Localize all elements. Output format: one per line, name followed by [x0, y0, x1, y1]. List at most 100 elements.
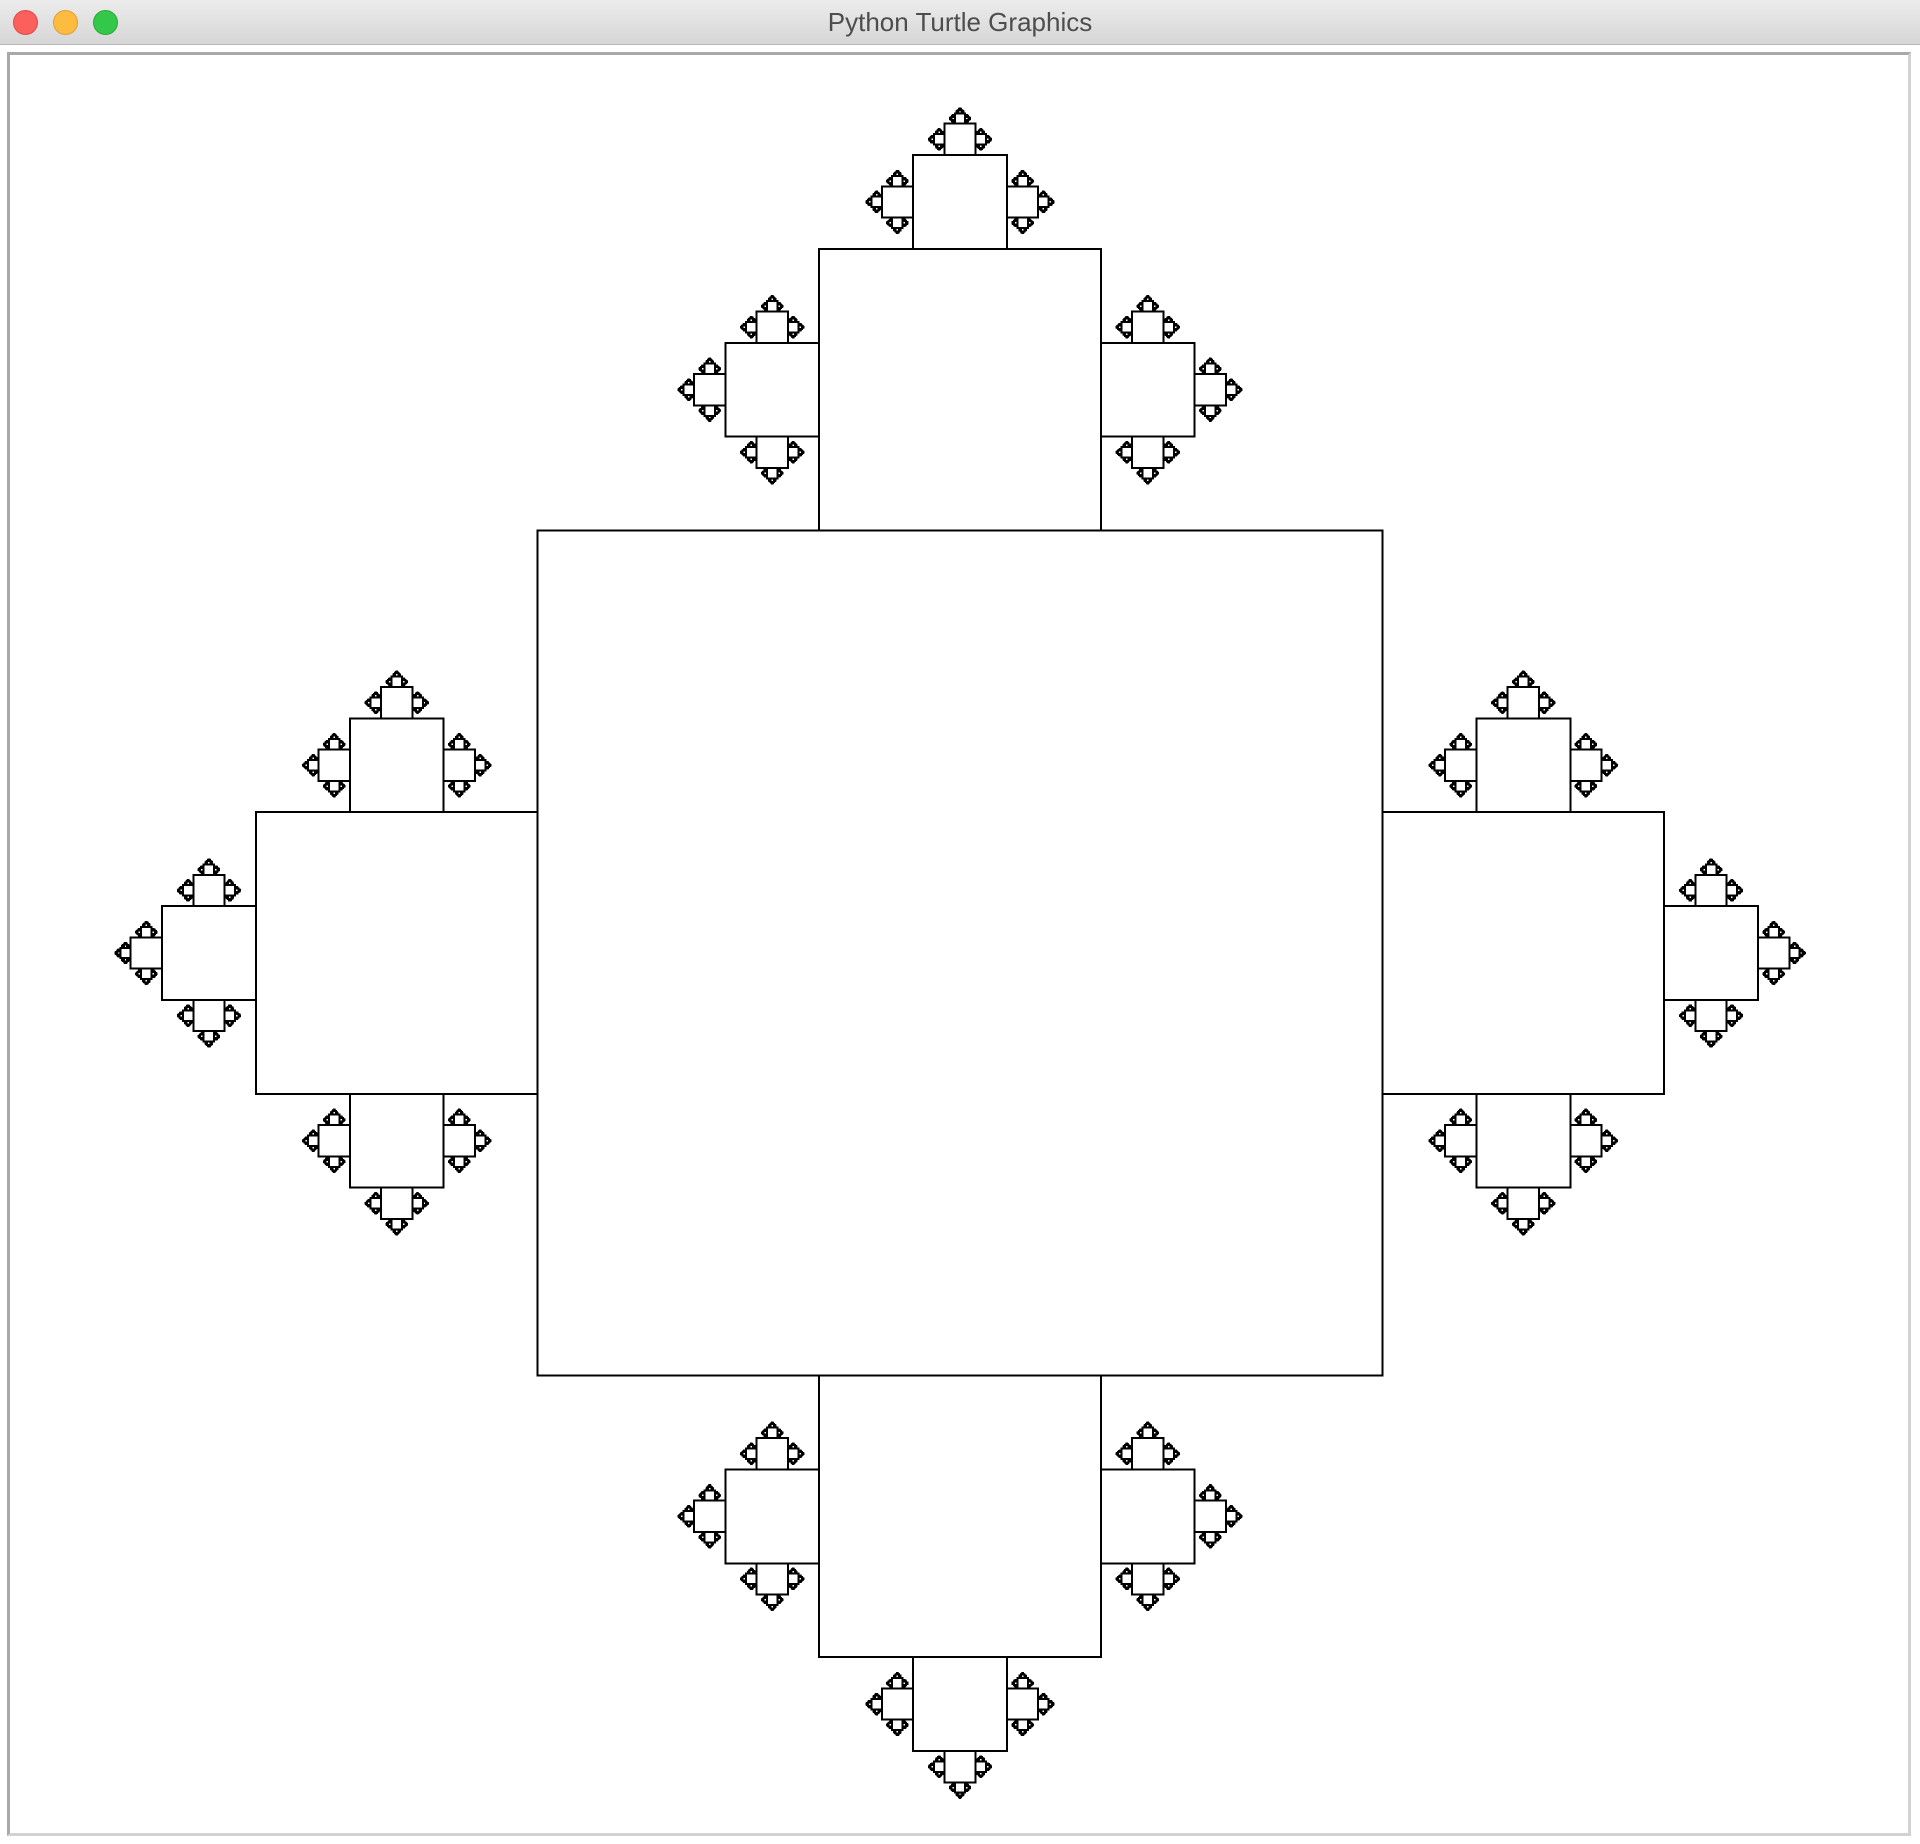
fractal-square — [1204, 1489, 1217, 1502]
window-title: Python Turtle Graphics — [827, 7, 1093, 37]
fractal-square — [1767, 967, 1780, 981]
fractal-square — [380, 686, 414, 720]
turtle-canvas[interactable] — [7, 52, 1911, 1836]
fractal-square — [1454, 1113, 1467, 1127]
fractal-square — [327, 1113, 341, 1127]
fractal-square — [1433, 759, 1447, 772]
fractal-square — [473, 759, 487, 772]
fractal-square — [1162, 1447, 1175, 1460]
fractal-square — [786, 320, 800, 334]
fractal-square — [703, 404, 716, 417]
fractal-square — [1224, 1510, 1238, 1523]
fractal-square — [473, 1134, 487, 1147]
fractal-square — [1193, 1499, 1227, 1533]
fractal-square — [1694, 873, 1728, 908]
fractal-square — [932, 1760, 946, 1773]
fractal-square — [703, 1489, 716, 1502]
fractal-square — [1579, 1113, 1593, 1127]
fractal-square — [724, 1468, 821, 1565]
fractal-square — [745, 1447, 758, 1460]
fractal-square — [129, 936, 163, 970]
fractal-square — [223, 1009, 237, 1022]
fractal-square — [870, 1697, 883, 1711]
fractal-square — [724, 341, 821, 438]
fractal-square — [891, 1677, 904, 1690]
fractal-square — [1433, 1134, 1447, 1147]
fractal-square — [317, 748, 351, 782]
fractal-square — [254, 811, 539, 1095]
fractal-square — [411, 1197, 424, 1210]
fractal-square — [1475, 717, 1572, 814]
title-bar[interactable]: Python Turtle Graphics — [0, 0, 1920, 45]
fractal-square — [1475, 1092, 1572, 1189]
fractal-square — [870, 195, 883, 209]
fractal-square — [327, 1155, 341, 1168]
fractal-square — [1506, 686, 1540, 720]
fractal-square — [1600, 1134, 1613, 1147]
fractal-square — [891, 174, 904, 188]
fractal-square — [912, 1656, 1008, 1753]
fractal-square — [369, 1197, 383, 1210]
fractal-square — [1684, 1009, 1697, 1022]
fractal-square — [880, 1687, 915, 1721]
fractal-square — [1725, 884, 1739, 897]
fractal-square — [369, 696, 383, 709]
fractal-square — [953, 112, 967, 125]
fractal-square — [1141, 300, 1154, 313]
fractal-square — [536, 529, 1384, 1377]
fractal-square — [1454, 779, 1467, 793]
fractal-square — [693, 373, 727, 407]
fractal-square — [755, 310, 789, 344]
fractal-square — [1099, 341, 1196, 438]
fractal-square — [1131, 1562, 1165, 1596]
fractal-square — [1224, 383, 1238, 396]
fractal-square — [1141, 1426, 1154, 1440]
fractal-square — [766, 1426, 779, 1440]
fractal-square — [1141, 466, 1154, 480]
fractal-square — [1193, 373, 1227, 407]
fractal-square — [745, 320, 758, 334]
fractal-square — [140, 925, 153, 939]
fractal-square — [703, 1530, 716, 1544]
fractal-square — [1162, 1572, 1175, 1586]
fractal-square — [1016, 1677, 1029, 1690]
fractal-square — [818, 1374, 1102, 1659]
fractal-square — [1537, 1197, 1551, 1210]
fractal-square — [1016, 174, 1029, 188]
fractal-square — [1496, 696, 1509, 709]
fractal-square — [181, 1009, 195, 1022]
fractal-square — [974, 1760, 988, 1773]
fractal-square — [1663, 905, 1760, 1001]
fractal-square — [703, 362, 716, 376]
fractal-square — [1016, 1718, 1029, 1732]
fractal-square — [119, 946, 132, 960]
fractal-square — [766, 300, 779, 313]
fractal-square — [1496, 1197, 1509, 1210]
fractal-square — [943, 122, 977, 156]
fractal-square — [453, 779, 466, 793]
fractal-square — [755, 435, 789, 469]
fractal-square — [348, 717, 445, 814]
fractal-square — [1517, 1217, 1530, 1231]
fractal-square — [442, 1124, 476, 1158]
fractal-square — [307, 1134, 320, 1147]
fractal-square — [682, 1510, 696, 1523]
fractal-square — [766, 466, 779, 480]
fractal-square — [1444, 748, 1478, 782]
fractal-square — [1037, 195, 1050, 209]
fractal-square — [1454, 1155, 1467, 1168]
fractal-square — [1120, 446, 1134, 459]
fractal-square — [380, 1186, 414, 1220]
fractal-square — [411, 696, 424, 709]
fractal-square — [348, 1092, 445, 1189]
fractal-square — [181, 884, 195, 897]
fractal-square — [1725, 1009, 1739, 1022]
fractal-square — [693, 1499, 727, 1533]
fractal-square — [1120, 1447, 1134, 1460]
fractal-square — [192, 873, 226, 908]
fractal-square — [390, 1217, 403, 1231]
fractal-square — [786, 1572, 800, 1586]
fractal-square — [1204, 404, 1217, 417]
fractal-square — [1005, 185, 1040, 219]
fractal-square — [1684, 884, 1697, 897]
